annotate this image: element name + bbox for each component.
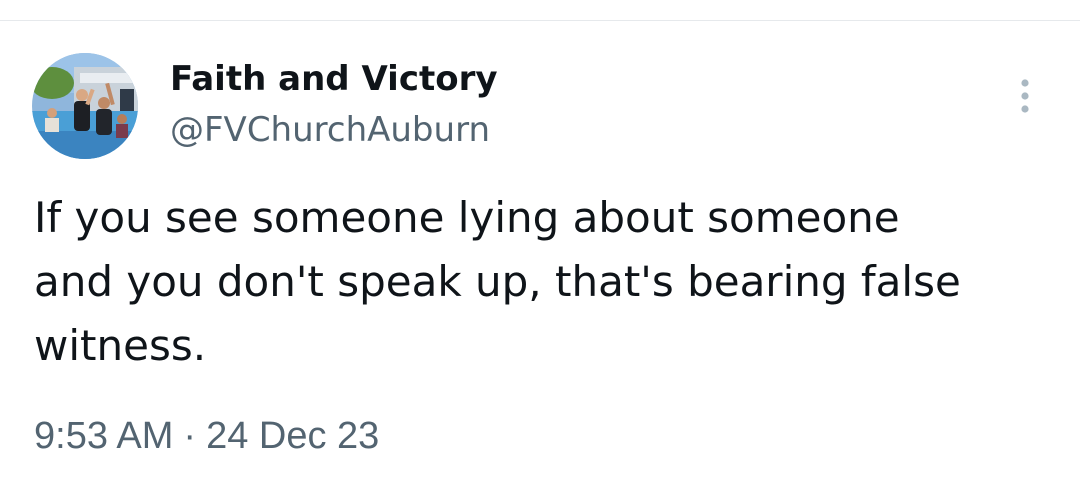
tweet-text-line: and you don't speak up, that's bearing f… xyxy=(34,257,961,306)
author-handle[interactable]: @FVChurchAuburn xyxy=(170,108,490,152)
avatar[interactable] xyxy=(32,53,138,159)
meta-separator: · xyxy=(183,415,197,457)
top-divider xyxy=(0,20,1080,21)
tweet-text: If you see someone lying about someone a… xyxy=(34,186,1044,378)
tweet-text-line: witness. xyxy=(34,321,207,370)
tweet-time: 9:53 AM xyxy=(34,415,174,457)
tweet-timestamp[interactable]: 9:53 AM · 24 Dec 23 xyxy=(34,413,379,459)
author-name[interactable]: Faith and Victory xyxy=(170,57,498,101)
avatar-photo xyxy=(32,53,138,159)
tweet-text-line: If you see someone lying about someone xyxy=(34,193,900,242)
tweet-detail-view: Faith and Victory @FVChurchAuburn If you… xyxy=(0,0,1080,486)
more-options-button[interactable] xyxy=(1008,74,1042,118)
more-vertical-icon xyxy=(1021,79,1029,113)
tweet-date: 24 Dec 23 xyxy=(206,415,380,457)
